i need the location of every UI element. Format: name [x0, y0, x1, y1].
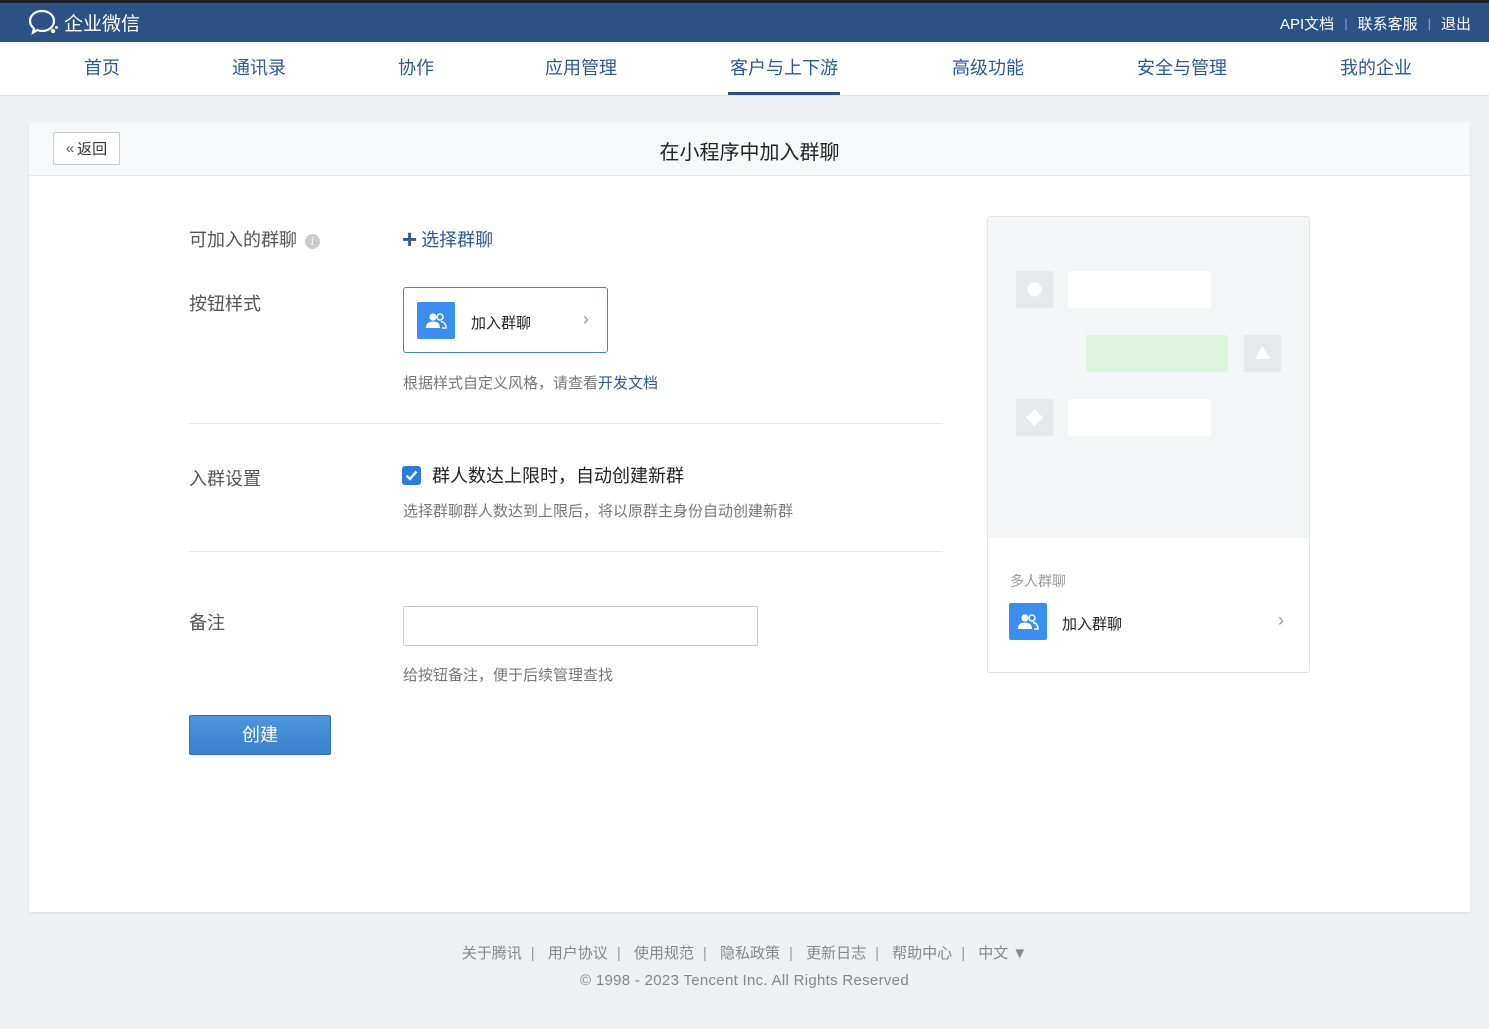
- content-card: « 返回 在小程序中加入群聊 可加入的群聊 i + 选择群聊 按钮样式 加入群聊 …: [29, 122, 1470, 912]
- create-button[interactable]: 创建: [189, 715, 331, 755]
- select-group-button[interactable]: + 选择群聊: [402, 226, 493, 252]
- info-icon[interactable]: i: [305, 234, 320, 249]
- auto-create-hint: 选择群聊群人数达到上限后，将以原群主身份自动创建新群: [403, 503, 794, 520]
- footer-link-help-center[interactable]: 帮助中心: [892, 945, 952, 962]
- plus-icon: +: [402, 224, 418, 254]
- join-settings-label: 入群设置: [189, 469, 261, 489]
- nav-my-enterprise[interactable]: 我的企业: [1340, 42, 1412, 95]
- contact-support-link[interactable]: 联系客服: [1358, 13, 1418, 34]
- logout-link[interactable]: 退出: [1441, 13, 1471, 34]
- mini-program-preview: 多人群聊 加入群聊 ›: [987, 216, 1310, 673]
- chat-bubble: [1086, 335, 1228, 372]
- group-icon: [1009, 603, 1047, 640]
- nav-home[interactable]: 首页: [84, 42, 120, 95]
- nav-contacts[interactable]: 通讯录: [232, 42, 286, 95]
- preview-join-label: 加入群聊: [1062, 616, 1123, 633]
- auto-create-checkbox[interactable]: [402, 465, 421, 485]
- chevron-right-icon: ›: [1278, 610, 1284, 630]
- separator: |: [616, 945, 621, 962]
- separator: |: [702, 945, 707, 962]
- nav-advanced[interactable]: 高级功能: [952, 42, 1024, 95]
- separator: |: [1427, 15, 1431, 31]
- checkmark-icon: [405, 470, 418, 481]
- footer-link-about[interactable]: 关于腾讯: [462, 945, 522, 962]
- separator: |: [789, 945, 793, 962]
- api-docs-link[interactable]: API文档: [1280, 13, 1334, 34]
- footer-link-privacy[interactable]: 隐私政策: [720, 945, 780, 962]
- chat-preview-area: [988, 217, 1309, 538]
- separator: |: [961, 945, 966, 962]
- remark-label: 备注: [189, 613, 225, 633]
- nav-customers[interactable]: 客户与上下游: [728, 42, 840, 95]
- copyright: © 1998 - 2023 Tencent Inc. All Rights Re…: [580, 972, 909, 989]
- logo-text: 企业微信: [64, 13, 141, 35]
- page-title: 在小程序中加入群聊: [659, 142, 840, 164]
- avatar: [1016, 399, 1053, 436]
- chat-bubble: [1068, 399, 1211, 436]
- card-header: « 返回 在小程序中加入群聊: [29, 122, 1470, 176]
- style-hint: 根据样式自定义风格，请查看开发文档: [403, 372, 658, 393]
- logo[interactable]: 企业微信: [28, 8, 140, 36]
- button-style-label: 按钮样式: [189, 294, 261, 314]
- footer-link-usage-rules[interactable]: 使用规范: [634, 945, 694, 962]
- top-bar: 企业微信 API文档 | 联系客服 | 退出: [0, 0, 1489, 42]
- language-selector[interactable]: 中文 ▼: [978, 945, 1027, 962]
- avatar: [1244, 335, 1281, 372]
- group-icon: [417, 302, 455, 339]
- remark-hint: 给按钮备注，便于后续管理查找: [403, 667, 614, 684]
- footer-link-user-agreement[interactable]: 用户协议: [548, 945, 608, 962]
- separator: |: [1344, 15, 1348, 31]
- nav-security[interactable]: 安全与管理: [1137, 42, 1227, 95]
- chevron-right-icon: ›: [583, 309, 589, 329]
- divider: [189, 423, 943, 424]
- joinable-groups-label: 可加入的群聊: [189, 230, 297, 250]
- main-nav: 首页 通讯录 协作 应用管理 客户与上下游 高级功能 安全与管理 我的企业: [0, 42, 1489, 96]
- auto-create-row: 群人数达上限时，自动创建新群: [402, 462, 684, 488]
- button-style-preview[interactable]: 加入群聊 ›: [403, 287, 608, 353]
- auto-create-label: 群人数达上限时，自动创建新群: [432, 466, 684, 486]
- avatar: [1016, 271, 1053, 308]
- footer-link-changelog[interactable]: 更新日志: [806, 945, 866, 962]
- divider: [189, 551, 943, 552]
- join-group-label: 加入群聊: [471, 315, 532, 332]
- dev-doc-link[interactable]: 开发文档: [598, 375, 658, 392]
- separator: |: [530, 945, 535, 962]
- chat-bubble: [1068, 271, 1211, 308]
- wecom-logo-icon: [28, 9, 58, 35]
- remark-input[interactable]: [403, 606, 758, 646]
- style-hint-text: 根据样式自定义风格，请查看: [403, 375, 599, 392]
- preview-subtitle: 多人群聊: [1010, 573, 1066, 589]
- footer-links: 关于腾讯 | 用户协议 | 使用规范 | 隐私政策 | 更新日志 | 帮助中心 | 中文 ▼: [0, 942, 1489, 963]
- select-group-label: 选择群聊: [421, 230, 494, 250]
- separator: |: [875, 945, 879, 962]
- nav-app-management[interactable]: 应用管理: [545, 42, 617, 95]
- joinable-groups-row: 可加入的群聊 i: [189, 226, 320, 252]
- nav-collaboration[interactable]: 协作: [398, 42, 434, 95]
- top-links: API文档 | 联系客服 | 退出: [1280, 10, 1471, 36]
